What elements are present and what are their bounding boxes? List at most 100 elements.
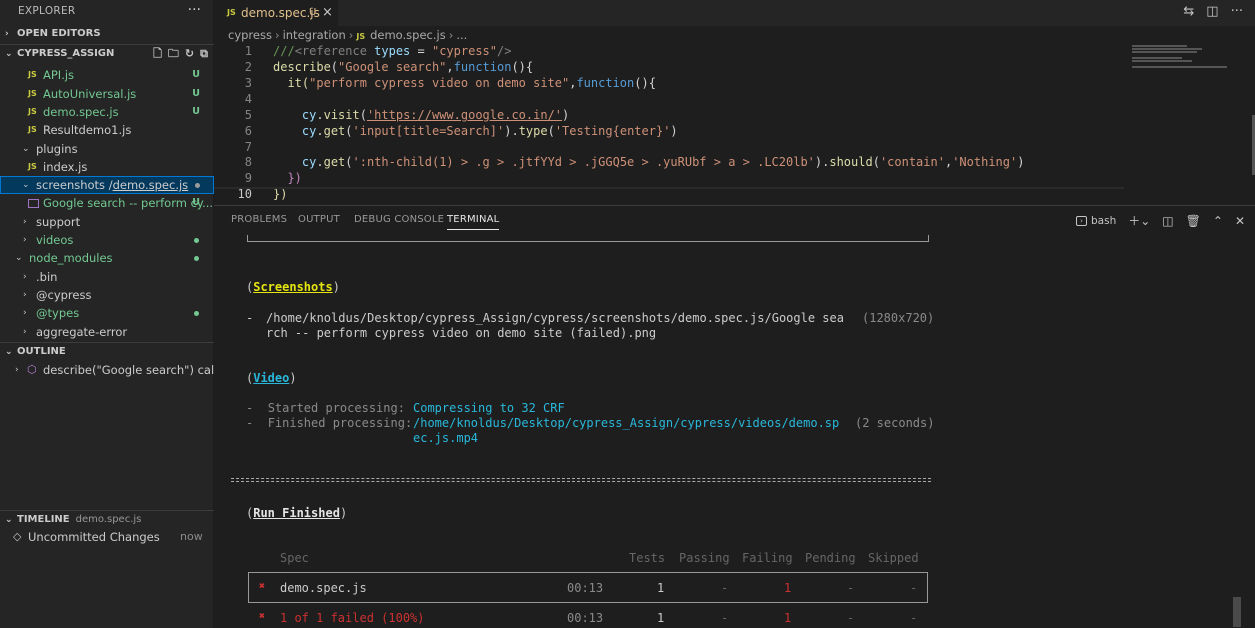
close-icon[interactable]: × bbox=[322, 1, 333, 25]
code-token: it( bbox=[273, 76, 310, 90]
code-token: visit bbox=[323, 108, 360, 122]
summary-pending: - bbox=[847, 611, 855, 625]
code-line-2: describe("Google search",function(){ bbox=[273, 60, 533, 74]
code-token: type bbox=[518, 124, 548, 138]
refresh-icon[interactable]: ↻ bbox=[185, 45, 194, 63]
tree-item-label: support bbox=[36, 215, 81, 229]
timeline-item[interactable]: ◇ Uncommitted Changes now bbox=[0, 528, 214, 546]
code-token: . bbox=[316, 155, 324, 169]
untracked-dot bbox=[194, 238, 199, 243]
tree-item-node-modules[interactable]: ⌄ node_modules bbox=[0, 249, 214, 267]
terminal-output[interactable]: (Screenshots) - /home/knoldus/Desktop/cy… bbox=[231, 235, 1241, 628]
horizontal-scrollbar[interactable] bbox=[214, 187, 1124, 189]
tree-item-cypress-module[interactable]: › @cypress bbox=[0, 286, 214, 304]
add-terminal-icon[interactable]: ＋⌄ bbox=[1128, 212, 1150, 229]
chevron-right-icon: › bbox=[15, 365, 19, 375]
project-section[interactable]: ⌄ CYPRESS_ASSIGN 🗋 🗀 ↻ ⧉ bbox=[0, 44, 214, 62]
new-folder-icon[interactable]: 🗀 bbox=[168, 45, 179, 63]
breadcrumb-item[interactable]: ... bbox=[456, 28, 467, 42]
explorer-sidebar: EXPLORER ··· › OPEN EDITORS ⌄ CYPRESS_ASSI… bbox=[0, 0, 214, 628]
result-pending: - bbox=[847, 581, 855, 595]
trash-icon[interactable]: 🗑 bbox=[1186, 214, 1201, 228]
column-header-pending: Pending bbox=[805, 551, 856, 565]
tree-item-label: demo.spec.js bbox=[43, 105, 119, 119]
new-file-icon[interactable]: 🗋 bbox=[153, 45, 162, 63]
code-token: ). bbox=[504, 124, 519, 138]
code-token: ( bbox=[345, 124, 353, 138]
code-editor[interactable]: 1 2 3 4 5 6 7 8 9 10 ///<reference types… bbox=[214, 43, 1255, 203]
shell-label: bash bbox=[1091, 214, 1117, 227]
untracked-badge: U bbox=[192, 197, 200, 208]
code-token: , bbox=[446, 60, 454, 74]
tree-item-google-search-png[interactable]: Google search -- perform cy... U bbox=[0, 194, 214, 212]
summary-skipped: - bbox=[910, 611, 918, 625]
tree-item-bin[interactable]: › .bin bbox=[0, 268, 214, 286]
tree-item-demo-spec-js[interactable]: JS demo.spec.js U bbox=[0, 103, 214, 121]
collapse-all-icon[interactable]: ⧉ bbox=[200, 45, 208, 63]
line-number: 9 bbox=[244, 171, 252, 185]
more-actions-icon[interactable]: ··· bbox=[1231, 4, 1243, 19]
tree-item-screenshots[interactable]: ⌄ screenshots /demo.spec.js bbox=[0, 176, 214, 194]
open-editors-label: OPEN EDITORS bbox=[17, 28, 101, 39]
tree-item-resultdemo1-js[interactable]: JS Resultdemo1.js bbox=[0, 121, 214, 139]
tree-item-label: @cypress bbox=[36, 288, 92, 302]
open-changes-icon[interactable]: ⇆ bbox=[1183, 4, 1194, 19]
timeline-section[interactable]: ⌄ TIMELINE demo.spec.js bbox=[0, 510, 214, 528]
close-icon[interactable]: ✕ bbox=[1235, 214, 1245, 228]
finished-label: Finished processing: bbox=[267, 416, 413, 430]
tab-output[interactable]: OUTPUT bbox=[298, 214, 340, 225]
tree-item-types[interactable]: › @types bbox=[0, 304, 214, 322]
tab-terminal[interactable]: TERMINAL bbox=[447, 214, 500, 230]
chevron-right-icon: › bbox=[23, 217, 27, 227]
screenshot-size: (1280x720) bbox=[862, 311, 935, 325]
untracked-dot bbox=[194, 256, 199, 261]
code-token: "cypress" bbox=[431, 44, 498, 58]
result-passing: - bbox=[721, 581, 729, 595]
project-label: CYPRESS_ASSIGN bbox=[17, 48, 115, 59]
open-editors-section[interactable]: › OPEN EDITORS bbox=[0, 25, 214, 43]
split-editor-icon[interactable]: ◫ bbox=[1206, 4, 1218, 19]
chevron-up-icon[interactable]: ⌃ bbox=[1213, 214, 1223, 228]
line-number: 3 bbox=[244, 76, 252, 90]
tree-item-label: plugins bbox=[36, 142, 78, 156]
tree-item-plugins[interactable]: ⌄ plugins bbox=[0, 140, 214, 158]
outline-label: OUTLINE bbox=[17, 346, 66, 357]
tree-item-index-js[interactable]: JS index.js bbox=[0, 158, 214, 176]
more-actions-icon[interactable]: ··· bbox=[188, 2, 201, 18]
tab-demo-spec-js[interactable]: JS demo.spec.js U × bbox=[214, 0, 338, 26]
tab-problems[interactable]: PROBLEMS bbox=[231, 214, 287, 225]
code-token: ( bbox=[547, 124, 555, 138]
outline-section[interactable]: ⌄ OUTLINE bbox=[0, 342, 214, 360]
summary-passing: - bbox=[721, 611, 729, 625]
minimap[interactable] bbox=[1132, 45, 1232, 68]
tab-debug-console[interactable]: DEBUG CONSOLE bbox=[354, 214, 444, 225]
code-token: ( bbox=[330, 60, 339, 74]
tree-item-aggregate-error[interactable]: › aggregate-error bbox=[0, 323, 214, 341]
code-token: cy bbox=[273, 155, 317, 169]
started-label: Started processing: bbox=[267, 401, 405, 415]
untracked-badge: U bbox=[192, 106, 200, 117]
code-token: function bbox=[453, 60, 512, 74]
result-time: 00:13 bbox=[567, 581, 604, 595]
terminal-scrollbar[interactable] bbox=[1233, 597, 1241, 627]
fail-icon: ✖ bbox=[259, 611, 266, 622]
terminal-select[interactable]: › bash bbox=[1076, 215, 1116, 227]
line-number: 2 bbox=[244, 60, 252, 74]
breadcrumb-item[interactable]: integration bbox=[283, 28, 346, 42]
tree-item-videos[interactable]: › videos bbox=[0, 231, 214, 249]
tree-item-api-js[interactable]: JS API.js U bbox=[0, 66, 214, 84]
code-line-9: }) bbox=[273, 171, 301, 185]
chevron-right-icon: › bbox=[23, 272, 27, 282]
chevron-down-icon: ⌄ bbox=[22, 144, 30, 154]
tree-item-label: .bin bbox=[36, 270, 58, 284]
tree-item-support[interactable]: › support bbox=[0, 213, 214, 231]
js-file-icon: JS bbox=[28, 70, 37, 79]
split-terminal-icon[interactable]: ◫ bbox=[1162, 214, 1173, 228]
outline-item-describe[interactable]: › ⬡ describe("Google search") callback bbox=[0, 361, 214, 379]
tree-item-autouniversal-js[interactable]: JS AutoUniversal.js U bbox=[0, 85, 214, 103]
breadcrumb-item[interactable]: cypress bbox=[228, 28, 272, 42]
breadcrumb-item[interactable]: demo.spec.js bbox=[370, 28, 446, 42]
finished-value-cont: ec.js.mp4 bbox=[413, 431, 479, 445]
code-line-10: }) bbox=[273, 187, 287, 201]
started-row: - Started processing: bbox=[246, 401, 405, 415]
